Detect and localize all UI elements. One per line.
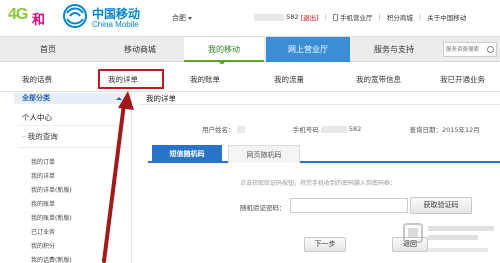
- top-links: 582 [退出] | 手机营业厅 | 积分商城 | 关于中国移动: [254, 12, 466, 22]
- chevron-down-icon: [188, 16, 192, 20]
- subnav-my-services[interactable]: 我已开通业务: [440, 74, 485, 85]
- nav-service-support[interactable]: 服务与支持: [352, 37, 436, 62]
- sidebar-item-points[interactable]: 我的积分: [31, 240, 72, 254]
- subnav-my-charges[interactable]: 我的话费: [22, 74, 52, 85]
- nav-mall[interactable]: 移动商城: [96, 37, 184, 62]
- city-label: 合肥: [172, 14, 186, 22]
- about-link[interactable]: 关于中国移动: [427, 12, 466, 22]
- query-date: 查询日期：2015年12月: [409, 126, 480, 134]
- search-input[interactable]: [446, 45, 486, 55]
- nav-my-mobile[interactable]: 我的移动: [184, 37, 264, 62]
- logo-he-text: 和: [32, 13, 46, 28]
- search-icon[interactable]: [487, 46, 494, 53]
- city-selector[interactable]: 合肥: [172, 13, 192, 23]
- sidebar-item-details[interactable]: 我的详单: [31, 170, 72, 184]
- highlight-box: [98, 69, 164, 89]
- verify-code-input[interactable]: [290, 198, 408, 213]
- sidebar-item-subscribed[interactable]: 已订业务: [31, 226, 72, 240]
- divider: [140, 104, 500, 105]
- code-label: 随机验证密码：: [240, 204, 286, 212]
- china-mobile-logo[interactable]: 中国移动 China Mobile: [62, 3, 162, 31]
- and-logo[interactable]: 4G 和: [8, 4, 52, 28]
- points-mall-link[interactable]: 积分商城: [387, 12, 413, 22]
- all-categories-label: 全部分类: [22, 94, 50, 102]
- divider: [18, 125, 128, 126]
- logo-en-text: China Mobile: [92, 20, 139, 29]
- verify-tabs: 短信随机码 网页随机码: [148, 145, 500, 163]
- divider: |: [378, 13, 381, 21]
- china-mobile-mark-icon: [63, 4, 87, 28]
- subnav-my-data[interactable]: 我的流量: [274, 74, 304, 85]
- watermark-logo: [403, 223, 494, 252]
- page-title: 我的详单: [146, 94, 176, 103]
- phone-mask: [320, 125, 347, 133]
- hint-text: 点击获取验证码按钮，将您手机收到的密码输入到密码框：: [240, 180, 397, 187]
- phone-number-mask: [254, 13, 284, 21]
- my-query-label: 我的查询: [27, 132, 58, 141]
- sub-nav: 我的话费 我的详单 我的账单 我的流量 我的宽带信息 我已开通业务: [0, 64, 500, 92]
- nav-online-hall[interactable]: 网上营业厅: [266, 37, 350, 62]
- subnav-my-bill[interactable]: 我的账单: [190, 74, 220, 85]
- personal-center-heading[interactable]: 个人中心: [22, 112, 52, 123]
- divider: [18, 147, 128, 148]
- main-nav: 首页 移动商城 我的移动 网上营业厅 服务与支持: [0, 36, 500, 65]
- all-categories-header[interactable]: 全部分类: [14, 93, 132, 104]
- top-bar: 4G 和 中国移动 China Mobile 合肥 582 [退出] | 手机营…: [0, 0, 500, 33]
- divider: |: [418, 13, 422, 21]
- phone-label: 手机号码: [292, 126, 319, 134]
- sidebar-item-charges-new[interactable]: 我的话费(新版): [31, 254, 72, 263]
- mobile-phone-icon: [333, 13, 339, 21]
- sidebar-item-bill-new[interactable]: 我的账单(新版): [31, 212, 72, 226]
- tab-sms-code[interactable]: 短信随机码: [152, 145, 222, 163]
- sidebar-item-details-new[interactable]: 我的详单(新版): [31, 184, 72, 198]
- next-button[interactable]: 下一步: [304, 237, 346, 252]
- user-name-label: 用户姓名：: [202, 126, 235, 134]
- subnav-my-broadband[interactable]: 我的宽带信息: [356, 74, 401, 85]
- sidebar-item-orders[interactable]: 我的订单: [31, 156, 72, 170]
- nav-home[interactable]: 首页: [0, 37, 96, 62]
- logo-4g-text: 4G: [8, 6, 28, 23]
- get-code-button[interactable]: 获取验证码: [410, 197, 472, 214]
- sidebar: 全部分类 个人中心 – 我的查询 我的订单 我的详单 我的详单(新版) 我的账单 …: [14, 93, 132, 263]
- phone-suffix: 582: [286, 13, 299, 21]
- sidebar-item-bill[interactable]: 我的账单: [31, 198, 72, 212]
- logout-link[interactable]: [退出]: [301, 12, 319, 22]
- my-query-heading[interactable]: – 我的查询: [22, 131, 58, 142]
- query-list: 我的订单 我的详单 我的详单(新版) 我的账单 我的账单(新版) 已订业务 我的…: [31, 156, 72, 263]
- search-box[interactable]: [443, 42, 497, 57]
- divider: |: [324, 13, 327, 21]
- mobile-hall-link[interactable]: 手机营业厅: [340, 12, 373, 22]
- user-info-line: 用户姓名： 手机号码 582 查询日期：2015年12月: [202, 124, 480, 134]
- collapse-icon[interactable]: [116, 97, 122, 100]
- user-name-mask: [236, 125, 245, 133]
- phone-suffix-value: 582: [348, 125, 362, 133]
- minus-icon: –: [22, 132, 26, 141]
- tab-web-code[interactable]: 网页随机码: [228, 145, 300, 163]
